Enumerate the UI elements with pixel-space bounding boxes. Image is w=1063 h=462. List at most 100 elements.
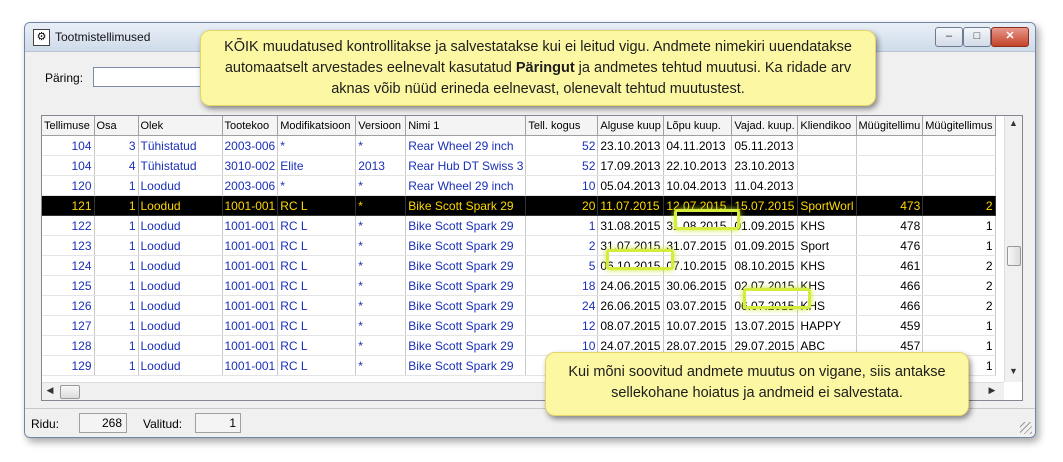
table-cell[interactable]: 1001-001 <box>222 315 279 336</box>
table-cell[interactable]: * <box>355 255 407 276</box>
table-cell[interactable]: 01.09.2015 <box>731 215 799 236</box>
table-cell[interactable]: 2003-006 <box>222 175 279 196</box>
table-cell[interactable]: 124 <box>42 255 95 276</box>
table-cell[interactable]: 2 <box>922 195 996 216</box>
table-cell[interactable]: 52 <box>525 135 599 156</box>
table-cell[interactable] <box>856 135 924 156</box>
table-cell[interactable]: * <box>277 135 357 156</box>
table-cell[interactable] <box>797 155 857 176</box>
table-cell[interactable]: Loodud <box>138 315 223 336</box>
table-cell[interactable]: 1 <box>94 315 139 336</box>
table-cell[interactable]: Bike Scott Spark 29 <box>405 295 527 316</box>
table-cell[interactable]: 104 <box>42 155 95 176</box>
table-cell[interactable] <box>856 175 924 196</box>
table-row[interactable]: 121 1 Loodud 1001-001 RC L * Bike Scott Spark … <box>42 195 996 216</box>
resize-grip-icon[interactable] <box>1020 422 1032 434</box>
table-cell[interactable]: * <box>355 275 407 296</box>
table-cell[interactable]: Bike Scott Spark 29 <box>405 195 527 216</box>
table-cell[interactable]: KHS <box>797 275 857 296</box>
close-icon[interactable]: ✕ <box>991 27 1029 47</box>
table-cell[interactable]: Tühistatud <box>138 135 223 156</box>
table-cell[interactable]: 30.06.2015 <box>663 275 733 296</box>
table-cell[interactable]: 476 <box>856 235 924 256</box>
table-cell[interactable]: Loodud <box>138 235 223 256</box>
table-cell[interactable]: Loodud <box>138 175 223 196</box>
scroll-up-arrow-icon[interactable]: ▲ <box>1005 118 1022 128</box>
table-cell[interactable]: Bike Scott Spark 29 <box>405 275 527 296</box>
table-cell[interactable]: 459 <box>856 315 924 336</box>
table-cell[interactable]: 1 <box>94 355 139 376</box>
table-cell[interactable]: 2 <box>922 275 996 296</box>
table-cell[interactable]: 129 <box>42 355 95 376</box>
table-cell[interactable]: RC L <box>277 275 357 296</box>
table-cell[interactable]: 04.11.2013 <box>663 135 733 156</box>
table-cell[interactable]: Sport <box>797 235 857 256</box>
table-cell[interactable]: 22.10.2013 <box>663 155 733 176</box>
table-cell[interactable]: 24.06.2015 <box>597 275 665 296</box>
table-cell[interactable]: * <box>355 235 407 256</box>
table-cell[interactable]: 125 <box>42 275 95 296</box>
table-cell[interactable]: Rear Wheel 29 inch <box>405 175 527 196</box>
table-cell[interactable]: 122 <box>42 215 95 236</box>
table-cell[interactable]: 3 <box>94 135 139 156</box>
table-cell[interactable]: 1 <box>94 235 139 256</box>
table-cell[interactable] <box>856 155 924 176</box>
column-header[interactable]: Olek <box>138 116 223 136</box>
table-cell[interactable]: 12.07.2015 <box>663 195 733 216</box>
table-cell[interactable]: Bike Scott Spark 29 <box>405 215 527 236</box>
table-cell[interactable]: 13.07.2015 <box>731 315 799 336</box>
table-cell[interactable]: 461 <box>856 255 924 276</box>
table-cell[interactable]: 05.04.2013 <box>597 175 665 196</box>
column-header[interactable]: Kliendikoo <box>797 116 857 136</box>
table-cell[interactable]: 1001-001 <box>222 235 279 256</box>
table-cell[interactable]: Loodud <box>138 295 223 316</box>
column-header[interactable]: Osa <box>94 116 139 136</box>
table-cell[interactable]: 127 <box>42 315 95 336</box>
table-cell[interactable]: 1 <box>94 255 139 276</box>
table-cell[interactable]: Loodud <box>138 355 223 376</box>
table-cell[interactable]: KHS <box>797 215 857 236</box>
vertical-scrollbar[interactable]: ▲ ▼ <box>1004 116 1022 382</box>
table-cell[interactable]: 10.04.2013 <box>663 175 733 196</box>
table-cell[interactable]: * <box>355 335 407 356</box>
table-cell[interactable]: 1 <box>94 295 139 316</box>
table-cell[interactable]: 2 <box>922 255 996 276</box>
table-cell[interactable]: Bike Scott Spark 29 <box>405 315 527 336</box>
table-cell[interactable]: 1 <box>94 175 139 196</box>
table-cell[interactable]: RC L <box>277 235 357 256</box>
table-cell[interactable]: RC L <box>277 215 357 236</box>
table-cell[interactable]: KHS <box>797 295 857 316</box>
table-cell[interactable] <box>922 135 996 156</box>
table-cell[interactable]: Tühistatud <box>138 155 223 176</box>
column-header[interactable]: Versioon <box>355 116 407 136</box>
scroll-right-arrow-icon[interactable]: ▶ <box>986 385 998 396</box>
column-header[interactable]: Tell. kogus <box>525 116 599 136</box>
table-cell[interactable]: 24 <box>525 295 599 316</box>
table-cell[interactable]: 15.07.2015 <box>731 195 799 216</box>
table-cell[interactable]: 1001-001 <box>222 195 279 216</box>
table-cell[interactable]: Loodud <box>138 255 223 276</box>
table-cell[interactable]: 52 <box>525 155 599 176</box>
table-cell[interactable]: 10.07.2015 <box>663 315 733 336</box>
table-cell[interactable]: 23.10.2013 <box>731 155 799 176</box>
table-cell[interactable]: 26.06.2015 <box>597 295 665 316</box>
table-cell[interactable]: SportWorl <box>797 195 857 216</box>
table-cell[interactable]: Bike Scott Spark 29 <box>405 335 527 356</box>
table-cell[interactable]: 10 <box>525 175 599 196</box>
table-cell[interactable]: Elite <box>277 155 357 176</box>
table-cell[interactable]: Bike Scott Spark 29 <box>405 255 527 276</box>
table-cell[interactable] <box>922 155 996 176</box>
table-cell[interactable]: 08.07.2015 <box>597 315 665 336</box>
table-cell[interactable]: 1 <box>922 235 996 256</box>
table-cell[interactable]: 06.10.2015 <box>597 255 665 276</box>
table-cell[interactable]: 31.08.2015 <box>663 215 733 236</box>
table-cell[interactable]: 1 <box>922 315 996 336</box>
table-cell[interactable]: 1 <box>94 215 139 236</box>
table-cell[interactable]: RC L <box>277 335 357 356</box>
table-cell[interactable]: 1 <box>94 195 139 216</box>
table-cell[interactable]: 104 <box>42 135 95 156</box>
table-cell[interactable]: * <box>355 195 407 216</box>
table-cell[interactable]: 08.10.2015 <box>731 255 799 276</box>
table-cell[interactable] <box>922 175 996 196</box>
table-cell[interactable]: * <box>355 175 407 196</box>
